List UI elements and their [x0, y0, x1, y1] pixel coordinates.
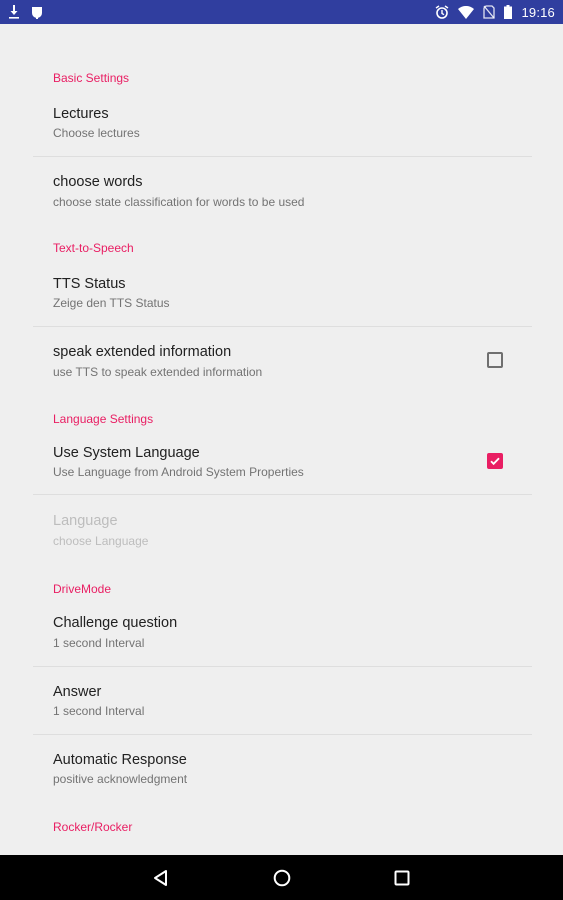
- settings-list[interactable]: Basic Settings Lectures Choose lectures …: [0, 24, 563, 855]
- status-bar: 19:16: [0, 0, 563, 24]
- wifi-icon: [458, 5, 475, 19]
- pref-summary: use TTS to speak extended information: [53, 365, 263, 379]
- divider: [33, 666, 532, 667]
- pref-title: Language: [53, 513, 118, 529]
- no-sim-icon: [483, 5, 496, 19]
- pref-summary: Choose lectures: [53, 126, 140, 140]
- pref-summary: Zeige den TTS Status: [53, 296, 170, 310]
- pref-tts-status[interactable]: TTS Status Zeige den TTS Status: [0, 266, 563, 327]
- section-header-drivemode: DriveMode: [53, 582, 112, 596]
- pref-summary: 1 second Interval: [53, 704, 145, 718]
- status-left: [8, 5, 44, 19]
- android-debug-icon: [30, 5, 44, 19]
- section-header-language: Language Settings: [53, 412, 154, 426]
- section-header-partial: Rocker/Rocker: [53, 820, 133, 834]
- pref-title: TTS Status: [53, 276, 126, 292]
- recents-button[interactable]: [392, 868, 412, 888]
- divider: [33, 734, 532, 735]
- pref-summary: choose Language: [53, 534, 149, 548]
- status-right: 19:16: [435, 5, 555, 20]
- divider: [33, 494, 532, 495]
- pref-title: choose words: [53, 174, 143, 190]
- alarm-icon: [435, 5, 449, 19]
- pref-language: Language choose Language: [0, 504, 563, 566]
- pref-summary: positive acknowledgment: [53, 772, 188, 786]
- pref-title: Challenge question: [53, 615, 178, 631]
- pref-choose-words[interactable]: choose words choose state classification…: [0, 165, 563, 227]
- pref-title: Lectures: [53, 106, 109, 122]
- pref-summary: 1 second Interval: [53, 636, 145, 650]
- back-icon: [154, 870, 167, 886]
- section-header-tts: Text-to-Speech: [53, 241, 134, 255]
- pref-challenge-question[interactable]: Challenge question 1 second Interval: [0, 606, 563, 667]
- home-button[interactable]: [272, 868, 292, 888]
- use-system-language-checkbox[interactable]: [487, 453, 503, 469]
- navigation-bar: [0, 855, 563, 900]
- pref-summary: choose state classification for words to…: [53, 195, 305, 209]
- pref-title: speak extended information: [53, 344, 232, 360]
- pref-answer[interactable]: Answer 1 second Interval: [0, 674, 563, 735]
- divider: [33, 326, 532, 327]
- pref-use-system-language[interactable]: Use System Language Use Language from An…: [0, 436, 563, 495]
- pref-title: Answer: [53, 684, 102, 700]
- pref-lectures[interactable]: Lectures Choose lectures: [0, 96, 563, 157]
- status-time: 19:16: [521, 4, 555, 20]
- section-header-basic: Basic Settings: [53, 71, 130, 85]
- recents-icon: [394, 870, 410, 886]
- divider: [33, 156, 532, 157]
- pref-automatic-response[interactable]: Automatic Response positive acknowledgme…: [0, 743, 563, 805]
- pref-summary: Use Language from Android System Propert…: [53, 465, 304, 479]
- pref-speak-extended[interactable]: speak extended information use TTS to sp…: [0, 335, 563, 397]
- speak-extended-checkbox[interactable]: [487, 352, 503, 368]
- pref-title: Use System Language: [53, 445, 200, 461]
- home-icon: [273, 869, 291, 887]
- battery-icon: [504, 5, 513, 19]
- back-button[interactable]: [151, 868, 171, 888]
- download-icon: [8, 5, 20, 19]
- pref-title: Automatic Response: [53, 752, 187, 768]
- checkmark-icon: [490, 457, 500, 466]
